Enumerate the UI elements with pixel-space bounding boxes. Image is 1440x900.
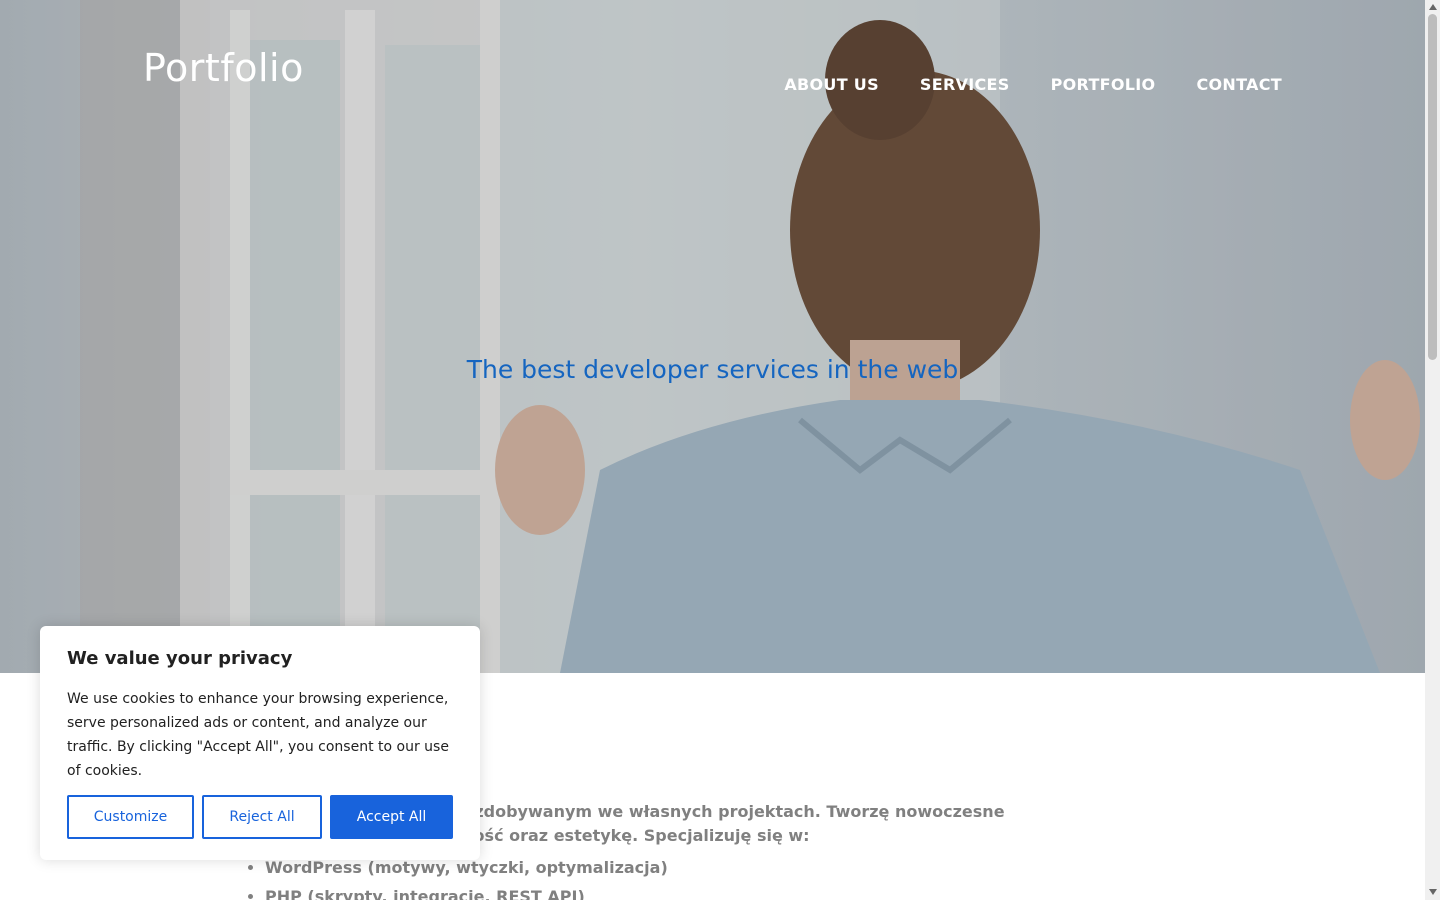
- hero-tagline: The best developer services in the web: [466, 355, 959, 384]
- page-scrollbar[interactable]: [1425, 0, 1440, 900]
- accept-all-button[interactable]: Accept All: [330, 795, 453, 839]
- hero-section: Portfolio ABOUT US SERVICES PORTFOLIO CO…: [0, 0, 1425, 673]
- skills-list: WordPress (motywy, wtyczki, optymalizacj…: [265, 856, 1163, 900]
- scroll-down-arrow-icon[interactable]: [1429, 889, 1437, 895]
- cookie-description: We use cookies to enhance your browsing …: [67, 691, 449, 779]
- reject-all-button[interactable]: Reject All: [202, 795, 322, 839]
- cookie-title: We value your privacy: [67, 648, 293, 669]
- site-logo-link[interactable]: Portfolio: [143, 46, 304, 90]
- cookie-consent-banner: We value your privacy We use cookies to …: [40, 626, 480, 860]
- nav-services[interactable]: SERVICES: [920, 75, 1010, 94]
- scrollbar-thumb[interactable]: [1428, 14, 1437, 360]
- main-navigation: ABOUT US SERVICES PORTFOLIO CONTACT: [784, 75, 1282, 94]
- list-item: PHP (skrypty, integracje, REST API): [265, 885, 1163, 900]
- nav-about-us[interactable]: ABOUT US: [784, 75, 879, 94]
- cookie-actions: Customize Reject All Accept All: [67, 795, 453, 839]
- nav-portfolio[interactable]: PORTFOLIO: [1051, 75, 1156, 94]
- hero-overlay: [0, 0, 1425, 673]
- scroll-up-arrow-icon[interactable]: [1429, 4, 1437, 10]
- customize-button[interactable]: Customize: [67, 795, 194, 839]
- nav-contact[interactable]: CONTACT: [1196, 75, 1282, 94]
